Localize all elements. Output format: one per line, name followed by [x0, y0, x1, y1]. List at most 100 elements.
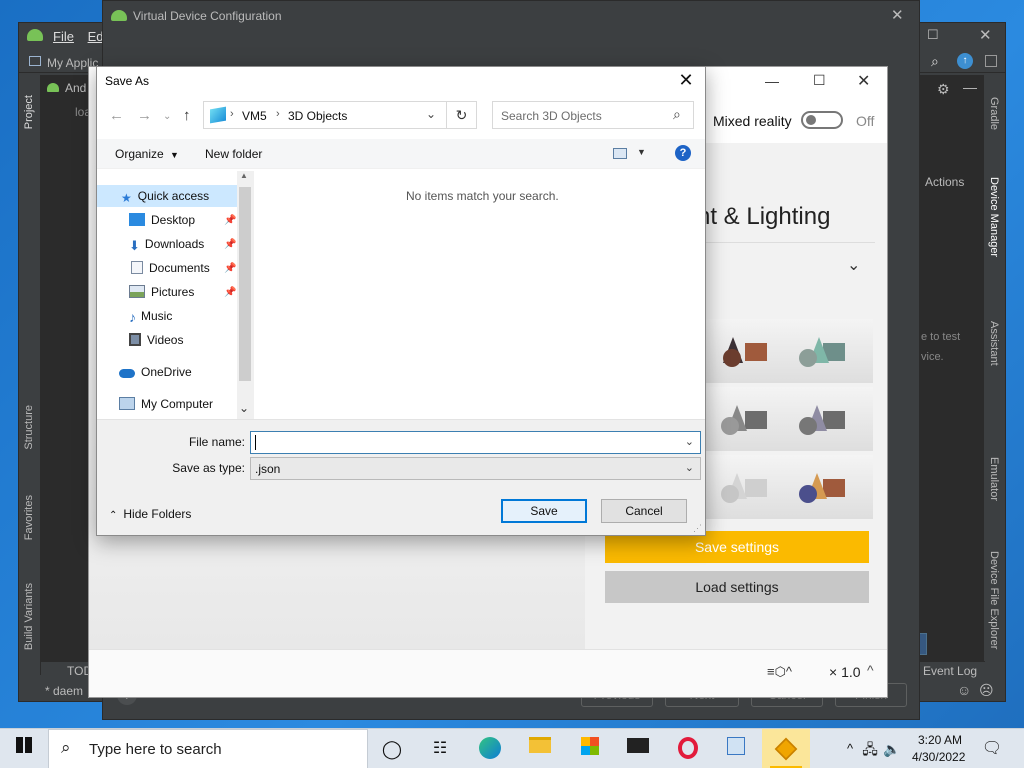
- nav-music[interactable]: ♪ Music: [129, 305, 172, 327]
- view-options-icon[interactable]: [613, 148, 627, 159]
- clock-date[interactable]: 4/30/2022: [912, 750, 965, 764]
- nav-downloads[interactable]: ⬇ Downloads: [129, 233, 204, 255]
- nav-scrollbar[interactable]: ▲ ⌄: [237, 171, 253, 419]
- back-arrow-icon[interactable]: ←: [109, 107, 124, 124]
- save-as-type-select[interactable]: .json ⌄: [250, 457, 701, 480]
- mail-icon[interactable]: [626, 737, 650, 761]
- app-icon[interactable]: [724, 737, 748, 761]
- frown-icon[interactable]: ☹: [979, 682, 994, 699]
- smile-icon[interactable]: ☺: [957, 682, 971, 698]
- task-view-icon[interactable]: ◯: [380, 737, 404, 761]
- up-arrow-icon[interactable]: ↑: [183, 107, 191, 124]
- text-caret: [255, 435, 256, 450]
- pin-icon[interactable]: 📌: [224, 239, 236, 250]
- environment-thumbnail[interactable]: [779, 319, 873, 383]
- tree-item-app[interactable]: And: [65, 81, 86, 95]
- environment-thumbnail[interactable]: [779, 387, 873, 451]
- address-bar[interactable]: › VM5 › 3D Objects ⌄: [203, 101, 447, 129]
- opera-icon[interactable]: [676, 737, 700, 761]
- ext-minimize-button[interactable]: —: [765, 73, 779, 89]
- update-icon[interactable]: ↑: [957, 53, 973, 69]
- nav-onedrive[interactable]: OneDrive: [119, 361, 192, 383]
- tool-tab-project[interactable]: Project: [23, 95, 35, 129]
- tool-tab-device-manager[interactable]: Device Manager: [988, 177, 1000, 257]
- load-settings-button[interactable]: Load settings: [605, 571, 869, 603]
- nav-desktop[interactable]: Desktop: [129, 209, 195, 231]
- menu-file[interactable]: File: [53, 29, 74, 44]
- ext-close-button[interactable]: ✕: [857, 71, 870, 91]
- file-explorer-icon[interactable]: [528, 737, 552, 761]
- tool-tab-favorites[interactable]: Favorites: [23, 495, 35, 540]
- tool-tab-emulator[interactable]: Emulator: [988, 457, 1000, 501]
- taskbar-search-box[interactable]: ⌕ Type here to search: [48, 729, 368, 768]
- nav-my-computer[interactable]: My Computer: [119, 393, 213, 415]
- 3d-view-icon[interactable]: ≡⬡^: [767, 664, 792, 680]
- cancel-button[interactable]: Cancel: [601, 499, 687, 523]
- search-everywhere-icon[interactable]: ⌕: [931, 53, 939, 70]
- minimize-panel-icon[interactable]: —: [963, 79, 977, 95]
- device-hint-text-2: vice.: [921, 351, 944, 363]
- ext-maximize-button[interactable]: ☐: [813, 72, 826, 89]
- right-tool-strip: Gradle Device Manager Assistant Emulator…: [983, 75, 1005, 675]
- pin-icon[interactable]: 📌: [224, 215, 236, 226]
- help-icon[interactable]: ?: [675, 145, 691, 161]
- resize-grip-icon[interactable]: ⋰: [693, 523, 702, 534]
- notifications-icon[interactable]: 🗨: [980, 737, 1004, 761]
- event-log-tab[interactable]: Event Log: [923, 664, 977, 678]
- breadcrumb-3d-objects[interactable]: 3D Objects: [288, 109, 347, 123]
- network-icon[interactable]: 🖧: [858, 737, 882, 761]
- breadcrumb-vm5[interactable]: VM5: [242, 109, 267, 123]
- chevron-down-icon[interactable]: ⌄: [685, 435, 694, 448]
- search-input[interactable]: Search 3D Objects ⌕: [492, 101, 694, 129]
- edge-browser-icon[interactable]: [478, 737, 502, 761]
- scroll-down-icon[interactable]: ⌄: [239, 401, 249, 415]
- forward-arrow-icon[interactable]: →: [137, 107, 152, 124]
- organize-menu[interactable]: Organize ▼: [115, 147, 179, 161]
- refresh-button[interactable]: ↻: [447, 101, 477, 129]
- windows-start-icon[interactable]: [12, 737, 36, 761]
- nav-documents[interactable]: Documents: [129, 257, 210, 279]
- nav-quick-access[interactable]: ★ Quick access: [97, 185, 237, 207]
- tool-tab-gradle[interactable]: Gradle: [988, 97, 1000, 130]
- store-icon[interactable]: [578, 737, 602, 761]
- scroll-up-icon[interactable]: ▲: [240, 171, 248, 180]
- file-name-label: File name:: [188, 435, 245, 449]
- sphere-icon: [799, 485, 817, 503]
- mixed-reality-toggle[interactable]: [801, 111, 843, 129]
- save-button[interactable]: Save: [501, 499, 587, 523]
- pin-icon[interactable]: 📌: [224, 287, 236, 298]
- recent-locations-icon[interactable]: ⌄: [163, 111, 171, 122]
- volume-icon[interactable]: 🔈: [880, 737, 904, 761]
- zoom-level[interactable]: × 1.0: [829, 664, 861, 680]
- studio-close-button[interactable]: ✕: [979, 26, 992, 44]
- nav-videos[interactable]: Videos: [129, 329, 183, 351]
- scroll-thumb[interactable]: [239, 187, 251, 381]
- nav-label: Quick access: [137, 189, 210, 203]
- chevron-up-icon[interactable]: ^: [867, 662, 874, 678]
- file-name-input[interactable]: ⌄: [250, 431, 701, 454]
- 3d-objects-folder-icon: [210, 106, 226, 124]
- clock-time[interactable]: 3:20 AM: [918, 733, 962, 747]
- settings-gear-icon[interactable]: ⚙: [937, 81, 950, 98]
- active-app-highlight[interactable]: [762, 729, 810, 768]
- file-list-area[interactable]: No items match your search.: [253, 171, 705, 419]
- pin-icon[interactable]: 📌: [224, 263, 236, 274]
- nav-pictures[interactable]: Pictures: [129, 281, 194, 303]
- new-folder-button[interactable]: New folder: [205, 147, 262, 161]
- vdc-close-button[interactable]: ✕: [891, 6, 904, 24]
- tool-tab-structure[interactable]: Structure: [23, 405, 35, 450]
- widgets-icon[interactable]: ☷: [428, 737, 452, 761]
- star-icon: ★: [121, 191, 132, 205]
- tool-tab-build-variants[interactable]: Build Variants: [23, 583, 35, 650]
- tool-tab-assistant[interactable]: Assistant: [988, 321, 1000, 366]
- close-icon[interactable]: ✕: [675, 69, 697, 91]
- view-caret-down-icon[interactable]: ▼: [637, 147, 646, 157]
- chevron-down-icon[interactable]: ⌄: [685, 461, 694, 474]
- tool-tab-device-file-explorer[interactable]: Device File Explorer: [988, 551, 1000, 649]
- address-dropdown-icon[interactable]: ⌄: [426, 107, 436, 121]
- chevron-down-icon[interactable]: ⌄: [847, 255, 860, 275]
- hide-folders-toggle[interactable]: ⌃ Hide Folders: [109, 507, 191, 521]
- environment-thumbnail[interactable]: [779, 455, 873, 519]
- layout-icon[interactable]: [985, 55, 997, 67]
- studio-maximize-button[interactable]: ☐: [927, 27, 939, 43]
